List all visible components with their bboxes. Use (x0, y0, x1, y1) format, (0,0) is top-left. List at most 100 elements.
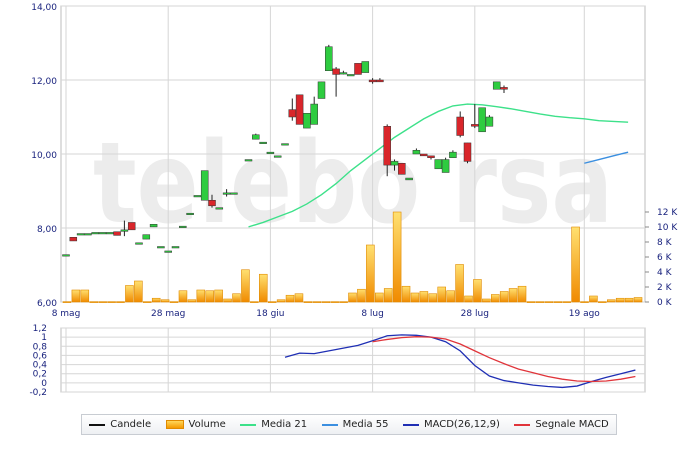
candle-down (376, 79, 384, 83)
candle-down (113, 231, 121, 236)
candle-up (339, 72, 348, 75)
candle-up (179, 225, 187, 228)
volume-tick-label: 4 K (657, 268, 673, 278)
candle-up (310, 103, 318, 125)
date-tick-label: 8 lug (361, 309, 384, 319)
macd-tick-label: 0,6 (33, 351, 48, 361)
macd-tick-label: 0,2 (33, 370, 47, 380)
legend-swatch (89, 423, 106, 426)
candle-up (441, 159, 450, 173)
candle-up (434, 159, 443, 170)
volume-bar (80, 289, 90, 303)
volume-bar (633, 297, 643, 303)
candle-down (383, 126, 391, 166)
volume-bar (517, 285, 527, 303)
legend-item: Segnale MACD (514, 419, 609, 430)
legend-label: Segnale MACD (535, 419, 609, 430)
volume-bar (499, 291, 509, 303)
candle-up (142, 234, 151, 240)
volume-bar (303, 301, 313, 303)
volume-bar (107, 301, 116, 303)
volume-bar (294, 293, 304, 303)
date-tick-label: 8 mag (52, 309, 81, 319)
price-tick-label: 12,00 (31, 77, 57, 87)
candle-up (200, 170, 209, 201)
date-tick-label: 28 mag (151, 309, 185, 319)
legend-swatch (402, 423, 419, 426)
candle-up (98, 232, 107, 235)
volume-bar (196, 289, 206, 303)
candle-down (295, 94, 304, 125)
legend-swatch (165, 420, 184, 429)
volume-bar (366, 244, 375, 303)
candle-up (317, 81, 326, 99)
candle-up (193, 195, 202, 198)
candle-down (332, 68, 340, 75)
macd-tick-label: 0,4 (33, 361, 48, 371)
date-tick-label: 28 lug (461, 309, 489, 319)
price-tick-label: 14,00 (31, 3, 57, 13)
macd-tick-label: 1,2 (33, 324, 47, 334)
volume-bar (580, 301, 589, 303)
volume-bar (241, 269, 250, 303)
volume-bar (562, 301, 571, 303)
volume-bar (98, 301, 107, 303)
volume-bar (410, 292, 420, 303)
price-chart: telebo rsa 6,00 8,00 10,00 12,00 14,00 8 mag 28… (29, 3, 678, 398)
candle-up (412, 150, 421, 155)
volume-bar (71, 289, 81, 303)
legend-label: MACD(26,12,9) (423, 419, 500, 430)
candle-up (84, 233, 92, 236)
candle-down (208, 200, 216, 207)
volume-bar (143, 301, 152, 303)
volume-bar (598, 301, 607, 303)
candle-down (127, 222, 136, 231)
volume-tick-label: 12 K (657, 208, 678, 218)
volume-bar (348, 292, 357, 303)
volume-bar (571, 226, 580, 303)
volume-bar (205, 290, 214, 303)
volume-tick-label: 8 K (657, 238, 673, 248)
price-tick-label: 8,00 (37, 225, 57, 235)
volume-bar (330, 301, 339, 303)
volume-bar (624, 297, 634, 303)
chart-legend: Candele Volume Media 21 Media 55 MACD(26,12,… (81, 414, 617, 435)
volume-bar (134, 280, 143, 303)
candle-up (266, 151, 275, 154)
candle-down (354, 63, 362, 75)
volume-bar (419, 291, 429, 303)
watermark-text: telebo rsa (93, 119, 613, 249)
volume-bar (125, 285, 134, 303)
candle-up (492, 81, 501, 90)
volume-bar (160, 299, 170, 303)
macd-tick-label: -0,2 (29, 388, 47, 398)
candle-down (456, 116, 464, 136)
candle-up (149, 224, 158, 228)
candle-down (69, 237, 78, 242)
volume-bar (223, 298, 232, 303)
volume-bar (526, 301, 536, 303)
candle-up (281, 143, 289, 146)
macd-tick-label: 1 (41, 333, 47, 343)
volume-bar (428, 293, 438, 303)
volume-bar (232, 293, 241, 303)
candle-down (463, 142, 472, 162)
candle-up (449, 151, 457, 158)
volume-bar (259, 273, 268, 303)
candle-up (259, 141, 267, 144)
volume-bar (553, 301, 562, 303)
candle-up (186, 212, 194, 215)
macd-tick-label: 0 (41, 379, 47, 389)
candle-up (135, 242, 143, 245)
candle-down (419, 153, 428, 157)
volume-bar (544, 301, 554, 303)
candle-up (325, 46, 333, 71)
legend-item: Candele (89, 419, 151, 430)
volume-bar (508, 288, 518, 303)
volume-bar (276, 299, 286, 303)
candle-up (222, 192, 231, 195)
legend-item: MACD(26,12,9) (402, 419, 500, 430)
volume-bar (214, 289, 223, 303)
candle-up (346, 74, 355, 77)
volume-bar (535, 301, 545, 303)
